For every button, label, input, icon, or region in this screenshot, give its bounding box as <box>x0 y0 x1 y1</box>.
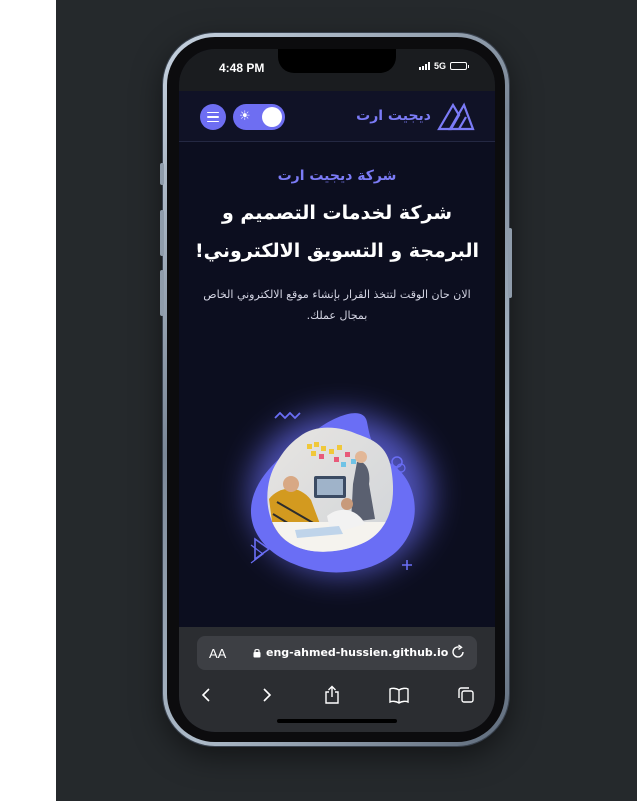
headline-line-1: شركة لخدمات التصميم و <box>221 202 453 224</box>
hamburger-menu-button[interactable] <box>200 104 226 130</box>
hero-headline: شركة لخدمات التصميم و البرمجة و التسويق … <box>179 194 495 270</box>
address-bar[interactable]: AA eng-ahmed-hussien.github.io <box>197 636 477 670</box>
site-navbar: ☀ ديجيت ارت <box>179 91 495 142</box>
theme-toggle[interactable]: ☀ <box>233 104 285 130</box>
brand-name: ديجيت ارت <box>356 108 431 124</box>
signal-icon <box>418 62 430 70</box>
text-size-button[interactable]: AA <box>209 646 226 661</box>
battery-icon <box>450 62 469 70</box>
share-icon[interactable] <box>319 682 345 708</box>
hero-illustration <box>239 404 439 589</box>
lock-icon <box>253 648 261 657</box>
volume-down-button <box>160 270 164 316</box>
url-display: eng-ahmed-hussien.github.io <box>253 646 448 659</box>
sun-icon: ☀ <box>239 109 251 124</box>
hero-section: شركة ديجيت ارت شركة لخدمات التصميم و الب… <box>179 142 495 326</box>
volume-up-button <box>160 210 164 256</box>
phone-screen: 4:48 PM 5G ☀ ديجيت ارت شركة ديجيت ارت شر… <box>179 49 495 732</box>
network-label: 5G <box>433 61 446 71</box>
toggle-knob <box>262 107 282 127</box>
status-bar: 4:48 PM 5G <box>179 49 495 91</box>
notch <box>278 49 396 73</box>
url-text: eng-ahmed-hussien.github.io <box>266 646 449 659</box>
hero-description: الان حان الوقت لتتخذ القرار بإنشاء موقع … <box>203 288 471 322</box>
status-time: 4:48 PM <box>219 61 265 75</box>
bookmarks-icon[interactable] <box>386 682 412 708</box>
mute-switch <box>160 163 164 185</box>
logo-icon <box>437 102 475 131</box>
brand-logo-link[interactable]: ديجيت ارت <box>356 101 475 131</box>
back-icon[interactable] <box>193 682 219 708</box>
forward-icon[interactable] <box>254 682 280 708</box>
browser-toolbar <box>179 682 495 708</box>
hero-subtitle: شركة ديجيت ارت <box>277 168 397 184</box>
headline-line-2: البرمجة و التسويق الالكتروني! <box>194 240 480 262</box>
status-indicators: 5G <box>418 61 469 71</box>
browser-bottom-bar: AA eng-ahmed-hussien.github.io <box>179 627 495 732</box>
reload-icon[interactable] <box>450 644 466 664</box>
home-indicator[interactable] <box>277 719 397 723</box>
tabs-icon[interactable] <box>453 682 479 708</box>
power-button <box>508 228 512 298</box>
team-photo-blob <box>250 411 415 573</box>
